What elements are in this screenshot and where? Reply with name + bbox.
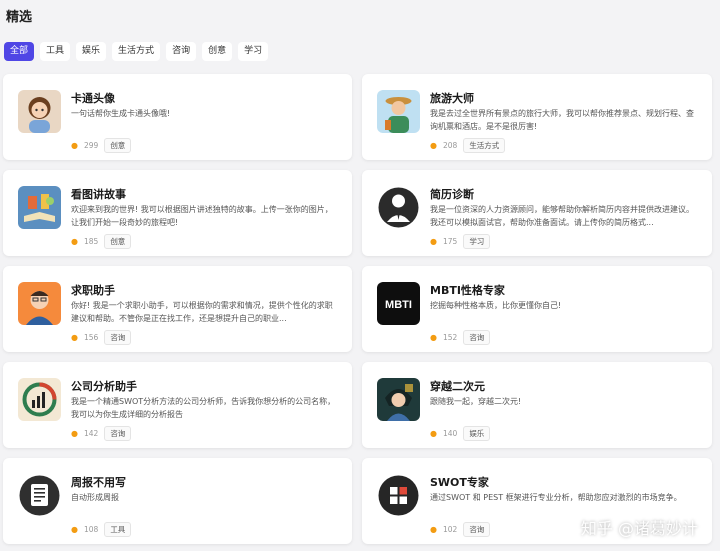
card-title: 穿越二次元 <box>430 380 485 393</box>
agent-card-resume-diagnosis[interactable]: 简历诊断 我是一位资深的人力资源顾问，能够帮助你解析简历内容并提供改进建议。我还… <box>362 170 712 256</box>
agent-card-mbti-expert[interactable]: MBTI MBTI性格专家 挖掘每种性格本质，比你更懂你自己! ● 152 咨询 <box>362 266 712 352</box>
category-badge: 咨询 <box>463 330 491 345</box>
card-description: 挖掘每种性格本质，比你更懂你自己! <box>430 301 562 310</box>
fire-icon: ● <box>71 333 78 342</box>
fire-icon: ● <box>71 525 78 534</box>
agent-card-grid: 卡通头像 一句话帮你生成卡通头像哦! ● 299 创意 旅游大师 我是去过全世界… <box>3 74 713 544</box>
agent-card-anime-world[interactable]: 穿越二次元 跟随我一起，穿越二次元! ● 140 娱乐 <box>362 362 712 448</box>
card-title: 看图讲故事 <box>71 188 126 201</box>
tab-consulting[interactable]: 咨询 <box>166 42 197 61</box>
mbti-icon: MBTI <box>377 282 420 325</box>
fire-icon: ● <box>71 237 78 246</box>
card-meta: ● 156 咨询 <box>71 330 132 345</box>
traveler-icon <box>377 90 420 133</box>
fire-icon: ● <box>430 141 437 150</box>
usage-count: 175 <box>442 237 458 246</box>
card-description: 你好! 我是一个求职小助手，可以根据你的需求和情况，提供个性化的求职建议和帮助。… <box>71 301 333 323</box>
usage-count: 156 <box>83 333 99 342</box>
page-title: 精选 <box>6 10 33 25</box>
card-meta: ● 208 生活方式 <box>430 138 506 153</box>
card-description: 我是一位资深的人力资源顾问，能够帮助你解析简历内容并提供改进建议。我还可以模拟面… <box>430 205 694 227</box>
agent-card-weekly-report[interactable]: 周报不用写 自动形成周报 ● 108 工具 <box>3 458 352 544</box>
card-description: 自动形成周报 <box>71 493 119 502</box>
agent-card-travel-master[interactable]: 旅游大师 我是去过全世界所有景点的旅行大师，我可以帮你推荐景点、规划行程、查询机… <box>362 74 712 160</box>
svg-text:MBTI: MBTI <box>385 299 412 311</box>
card-meta: ● 152 咨询 <box>430 330 491 345</box>
fire-icon: ● <box>430 429 437 438</box>
card-title: 旅游大师 <box>430 92 474 105</box>
fire-icon: ● <box>430 237 437 246</box>
anime-character-icon <box>377 378 420 421</box>
card-description: 欢迎来到我的世界! 我可以根据图片讲述独特的故事。上传一张你的图片，让我们开始一… <box>71 205 333 227</box>
card-description: 通过SWOT 和 PEST 框架进行专业分析，帮助您应对激烈的市场竞争。 <box>430 493 682 502</box>
card-title: 简历诊断 <box>430 188 474 201</box>
fire-icon: ● <box>430 333 437 342</box>
fire-icon: ● <box>71 141 78 150</box>
cartoon-girl-icon <box>18 90 61 133</box>
card-meta: ● 140 娱乐 <box>430 426 491 441</box>
job-seeker-icon <box>18 282 61 325</box>
card-meta: ● 142 咨询 <box>71 426 132 441</box>
agent-card-cartoon-avatar[interactable]: 卡通头像 一句话帮你生成卡通头像哦! ● 299 创意 <box>3 74 352 160</box>
card-title: MBTI性格专家 <box>430 284 505 297</box>
category-badge: 咨询 <box>104 426 132 441</box>
usage-count: 208 <box>442 141 458 150</box>
swot-icon <box>377 474 420 517</box>
category-badge: 学习 <box>463 234 491 249</box>
card-meta: ● 299 创意 <box>71 138 132 153</box>
card-title: SWOT专家 <box>430 476 489 489</box>
tab-lifestyle[interactable]: 生活方式 <box>112 42 161 61</box>
card-meta: ● 108 工具 <box>71 522 132 537</box>
card-description: 我是去过全世界所有景点的旅行大师，我可以帮你推荐景点、规划行程、查询机票和酒店。… <box>430 109 694 131</box>
category-badge: 创意 <box>104 138 132 153</box>
card-meta: ● 175 学习 <box>430 234 491 249</box>
agent-card-company-analysis[interactable]: 公司分析助手 我是一个精通SWOT分析方法的公司分析师，告诉我你想分析的公司名称… <box>3 362 352 448</box>
category-tabs: 全部 工具 娱乐 生活方式 咨询 创意 学习 <box>4 42 269 61</box>
card-description: 一句话帮你生成卡通头像哦! <box>71 109 171 118</box>
usage-count: 108 <box>83 525 99 534</box>
category-badge: 咨询 <box>463 522 491 537</box>
tab-creative[interactable]: 创意 <box>202 42 233 61</box>
agent-card-picture-story[interactable]: 看图讲故事 欢迎来到我的世界! 我可以根据图片讲述独特的故事。上传一张你的图片，… <box>3 170 352 256</box>
usage-count: 140 <box>442 429 458 438</box>
usage-count: 299 <box>83 141 99 150</box>
card-title: 卡通头像 <box>71 92 115 105</box>
card-meta: ● 102 咨询 <box>430 522 491 537</box>
category-badge: 娱乐 <box>463 426 491 441</box>
card-meta: ● 185 创意 <box>71 234 132 249</box>
fire-icon: ● <box>71 429 78 438</box>
report-document-icon <box>18 474 61 517</box>
tab-entertainment[interactable]: 娱乐 <box>76 42 107 61</box>
usage-count: 102 <box>442 525 458 534</box>
card-description: 我是一个精通SWOT分析方法的公司分析师，告诉我你想分析的公司名称，我可以为你生… <box>71 397 336 419</box>
card-title: 公司分析助手 <box>71 380 137 393</box>
businessman-icon <box>377 186 420 229</box>
card-description: 跟随我一起，穿越二次元! <box>430 397 522 406</box>
storybook-icon <box>18 186 61 229</box>
usage-count: 185 <box>83 237 99 246</box>
tab-tools[interactable]: 工具 <box>40 42 71 61</box>
category-badge: 创意 <box>104 234 132 249</box>
tab-all[interactable]: 全部 <box>4 42 35 61</box>
tab-learning[interactable]: 学习 <box>238 42 269 61</box>
watermark: 知乎 @诸葛妙计 <box>580 519 698 538</box>
card-title: 求职助手 <box>71 284 115 297</box>
category-badge: 生活方式 <box>463 138 506 153</box>
category-badge: 咨询 <box>104 330 132 345</box>
category-badge: 工具 <box>104 522 132 537</box>
usage-count: 142 <box>83 429 99 438</box>
usage-count: 152 <box>442 333 458 342</box>
chart-analysis-icon <box>18 378 61 421</box>
agent-card-job-assistant[interactable]: 求职助手 你好! 我是一个求职小助手，可以根据你的需求和情况，提供个性化的求职建… <box>3 266 352 352</box>
card-title: 周报不用写 <box>71 476 126 489</box>
fire-icon: ● <box>430 525 437 534</box>
